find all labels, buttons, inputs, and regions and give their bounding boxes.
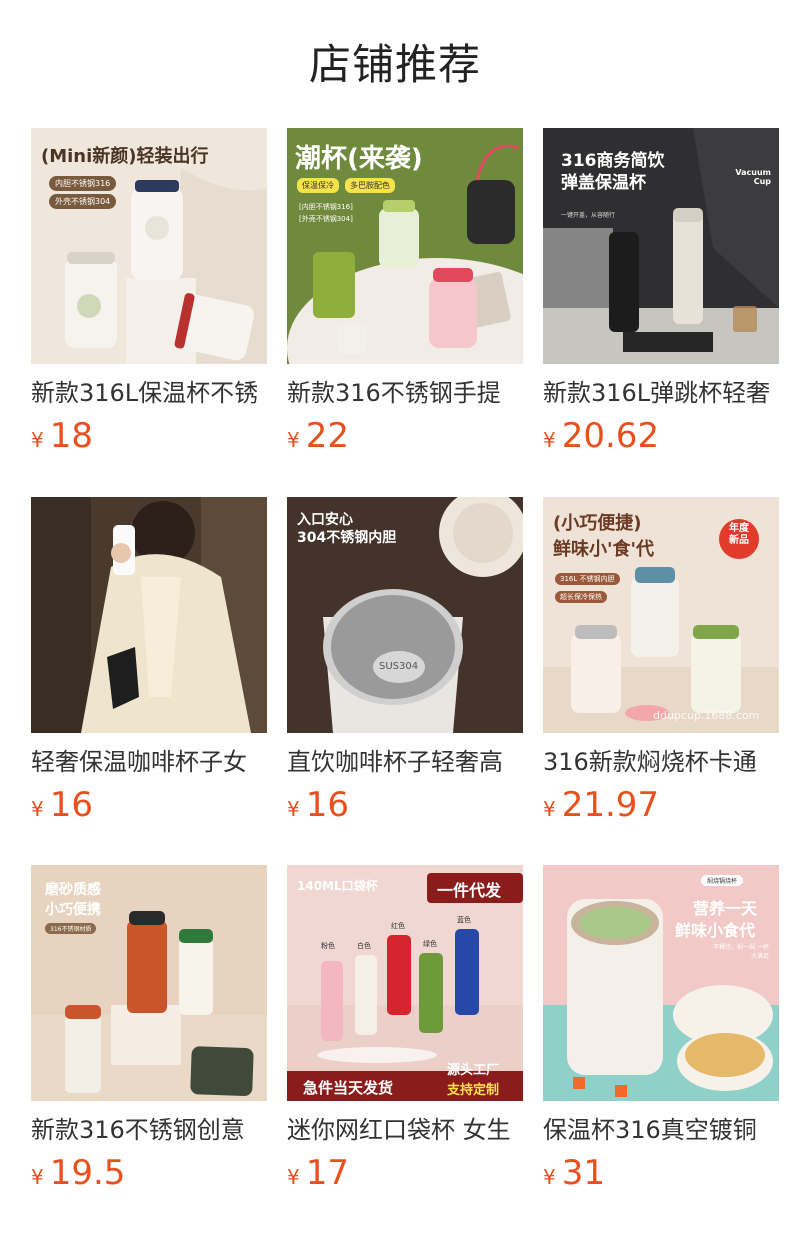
image-tag: 内胆不锈钢316 [49,176,117,191]
currency-symbol: ¥ [543,1165,556,1189]
engraving-text: SUS304 [379,661,418,672]
product-price: ¥16 [31,785,267,825]
product-name[interactable]: 新款316L弹跳杯轻奢 [543,376,779,410]
product-name[interactable]: 保温杯316真空镀铜 [543,1113,779,1147]
image-badge: Vacuum Cup [735,168,771,186]
image-color-label: 绿色 [423,940,437,948]
image-line1: 磨砂质感 [45,882,101,898]
product-card[interactable]: (Mini新颜)轻装出行 内胆不锈钢316 外壳不锈钢304 新款316L保温杯… [31,128,267,456]
image-note: 一键开盖，从容随行 [561,212,616,219]
image-tag: 保温保冷 [297,178,339,193]
image-line2: 鲜味小食代 [675,921,756,940]
price-value: 20.62 [561,416,660,456]
product-name[interactable]: 新款316不锈钢手提 [287,376,523,410]
image-note: [内胆不锈钢316] [299,203,353,211]
product-price: ¥17 [287,1153,523,1193]
product-card[interactable]: 140ML口袋杯 一件代发 急件当天发货 源头工厂 支持定制 粉色 白色 红色 … [287,865,523,1193]
product-price: ¥16 [287,785,523,825]
image-headline: (Mini新颜)轻装出行 [41,146,209,167]
product-name[interactable]: 316新款焖烧杯卡通 [543,745,779,779]
product-name[interactable]: 轻奢保温咖啡杯子女 [31,745,267,779]
product-image[interactable] [31,497,267,733]
image-badge: 一件代发 [437,881,502,900]
currency-symbol: ¥ [287,1165,300,1189]
image-footer-right2: 支持定制 [447,1083,500,1098]
product-card[interactable]: 316商务简饮 弹盖保温杯 Vacuum Cup 一键开盖，从容随行 新款316… [543,128,779,456]
image-note: [外壳不锈钢304] [299,215,353,223]
price-value: 19.5 [49,1153,126,1193]
product-name[interactable]: 直饮咖啡杯子轻奢高 [287,745,523,779]
currency-symbol: ¥ [31,797,44,821]
product-image[interactable]: (小巧便捷) 鲜味小'食'代 年度新品 316L 不锈钢内胆 超长保冷保热 dd… [543,497,779,733]
image-line2: 304不锈钢内胆 [297,530,397,546]
image-tag: 超长保冷保热 [555,591,607,603]
product-name[interactable]: 迷你网红口袋杯 女生 [287,1113,523,1147]
product-image[interactable]: 316商务简饮 弹盖保温杯 Vacuum Cup 一键开盖，从容随行 [543,128,779,364]
image-note: 不糊也，焖一焖 一杯大满足 [713,944,769,960]
page-title: 店铺推荐 [308,40,481,89]
image-line1: 营养一天 [693,899,758,918]
price-value: 17 [305,1153,349,1193]
product-card[interactable]: 潮杯(来袭) 保温保冷 多巴胺配色 [内胆不锈钢316] [外壳不锈钢304] … [287,128,523,456]
product-name[interactable]: 新款316L保温杯不锈 [31,376,267,410]
currency-symbol: ¥ [543,428,556,452]
product-name[interactable]: 新款316不锈钢创意 [31,1113,267,1147]
product-price: ¥18 [31,416,267,456]
product-image[interactable]: SUS304 入口安心 304不锈钢内胆 [287,497,523,733]
product-image[interactable]: 140ML口袋杯 一件代发 急件当天发货 源头工厂 支持定制 粉色 白色 红色 … [287,865,523,1101]
product-price: ¥31 [543,1153,779,1193]
product-card[interactable]: 轻奢保温咖啡杯子女 ¥16 [31,497,267,825]
price-value: 18 [49,416,93,456]
image-tag: 外壳不锈钢304 [49,194,117,209]
image-line2: 鲜味小'食'代 [553,539,655,560]
image-line1: (小巧便捷) [553,513,642,534]
product-image[interactable]: 磨砂质感 小巧便携 316不锈钢材质 [31,865,267,1101]
image-line1: 入口安心 [297,512,353,528]
currency-symbol: ¥ [31,428,44,452]
image-tag: 焖烧锅烧杯 [701,875,744,886]
price-value: 22 [305,416,349,456]
product-image[interactable]: (Mini新颜)轻装出行 内胆不锈钢316 外壳不锈钢304 [31,128,267,364]
image-footer-right1: 源头工厂 [447,1063,500,1078]
product-image[interactable]: 焖烧锅烧杯 营养一天 鲜味小食代 不糊也，焖一焖 一杯大满足 [543,865,779,1101]
image-tag: 多巴胺配色 [345,178,395,193]
product-price: ¥20.62 [543,416,779,456]
image-color-label: 蓝色 [457,916,471,924]
product-price: ¥21.97 [543,785,779,825]
image-tag: 316L 不锈钢内胆 [555,573,620,585]
image-footer-left: 急件当天发货 [303,1079,394,1097]
product-card[interactable]: (小巧便捷) 鲜味小'食'代 年度新品 316L 不锈钢内胆 超长保冷保热 dd… [543,497,779,825]
image-line2: 小巧便携 [45,902,101,918]
store-recommendations-page: 店铺推荐 (Mini新颜)轻装出行 内胆不锈钢316 外壳不锈钢304 新款31… [0,0,790,1234]
product-image-coffee-cup-model [31,497,267,733]
price-value: 21.97 [561,785,660,825]
currency-symbol: ¥ [287,428,300,452]
image-line2: 弹盖保温杯 [561,173,646,193]
currency-symbol: ¥ [543,797,556,821]
image-tag: 316不锈钢材质 [45,923,97,934]
product-price: ¥19.5 [31,1153,267,1193]
product-card[interactable]: 磨砂质感 小巧便携 316不锈钢材质 新款316不锈钢创意 ¥19.5 [31,865,267,1193]
price-value: 16 [49,785,93,825]
price-value: 16 [305,785,349,825]
product-card[interactable]: 焖烧锅烧杯 营养一天 鲜味小食代 不糊也，焖一焖 一杯大满足 保温杯316真空镀… [543,865,779,1193]
currency-symbol: ¥ [31,1165,44,1189]
image-badge: 年度新品 [729,523,749,546]
product-card[interactable]: SUS304 入口安心 304不锈钢内胆 直饮咖啡杯子轻奢高 ¥16 [287,497,523,825]
image-watermark: ddupcup.1688.com [653,709,760,722]
image-color-label: 白色 [357,942,371,950]
currency-symbol: ¥ [287,797,300,821]
image-color-label: 粉色 [321,942,335,950]
image-line1: 140ML口袋杯 [297,879,378,893]
product-image[interactable]: 潮杯(来袭) 保温保冷 多巴胺配色 [内胆不锈钢316] [外壳不锈钢304] [287,128,523,364]
image-color-label: 红色 [391,922,405,930]
image-headline: 潮杯(来袭) [295,144,423,174]
price-value: 31 [561,1153,605,1193]
product-price: ¥22 [287,416,523,456]
